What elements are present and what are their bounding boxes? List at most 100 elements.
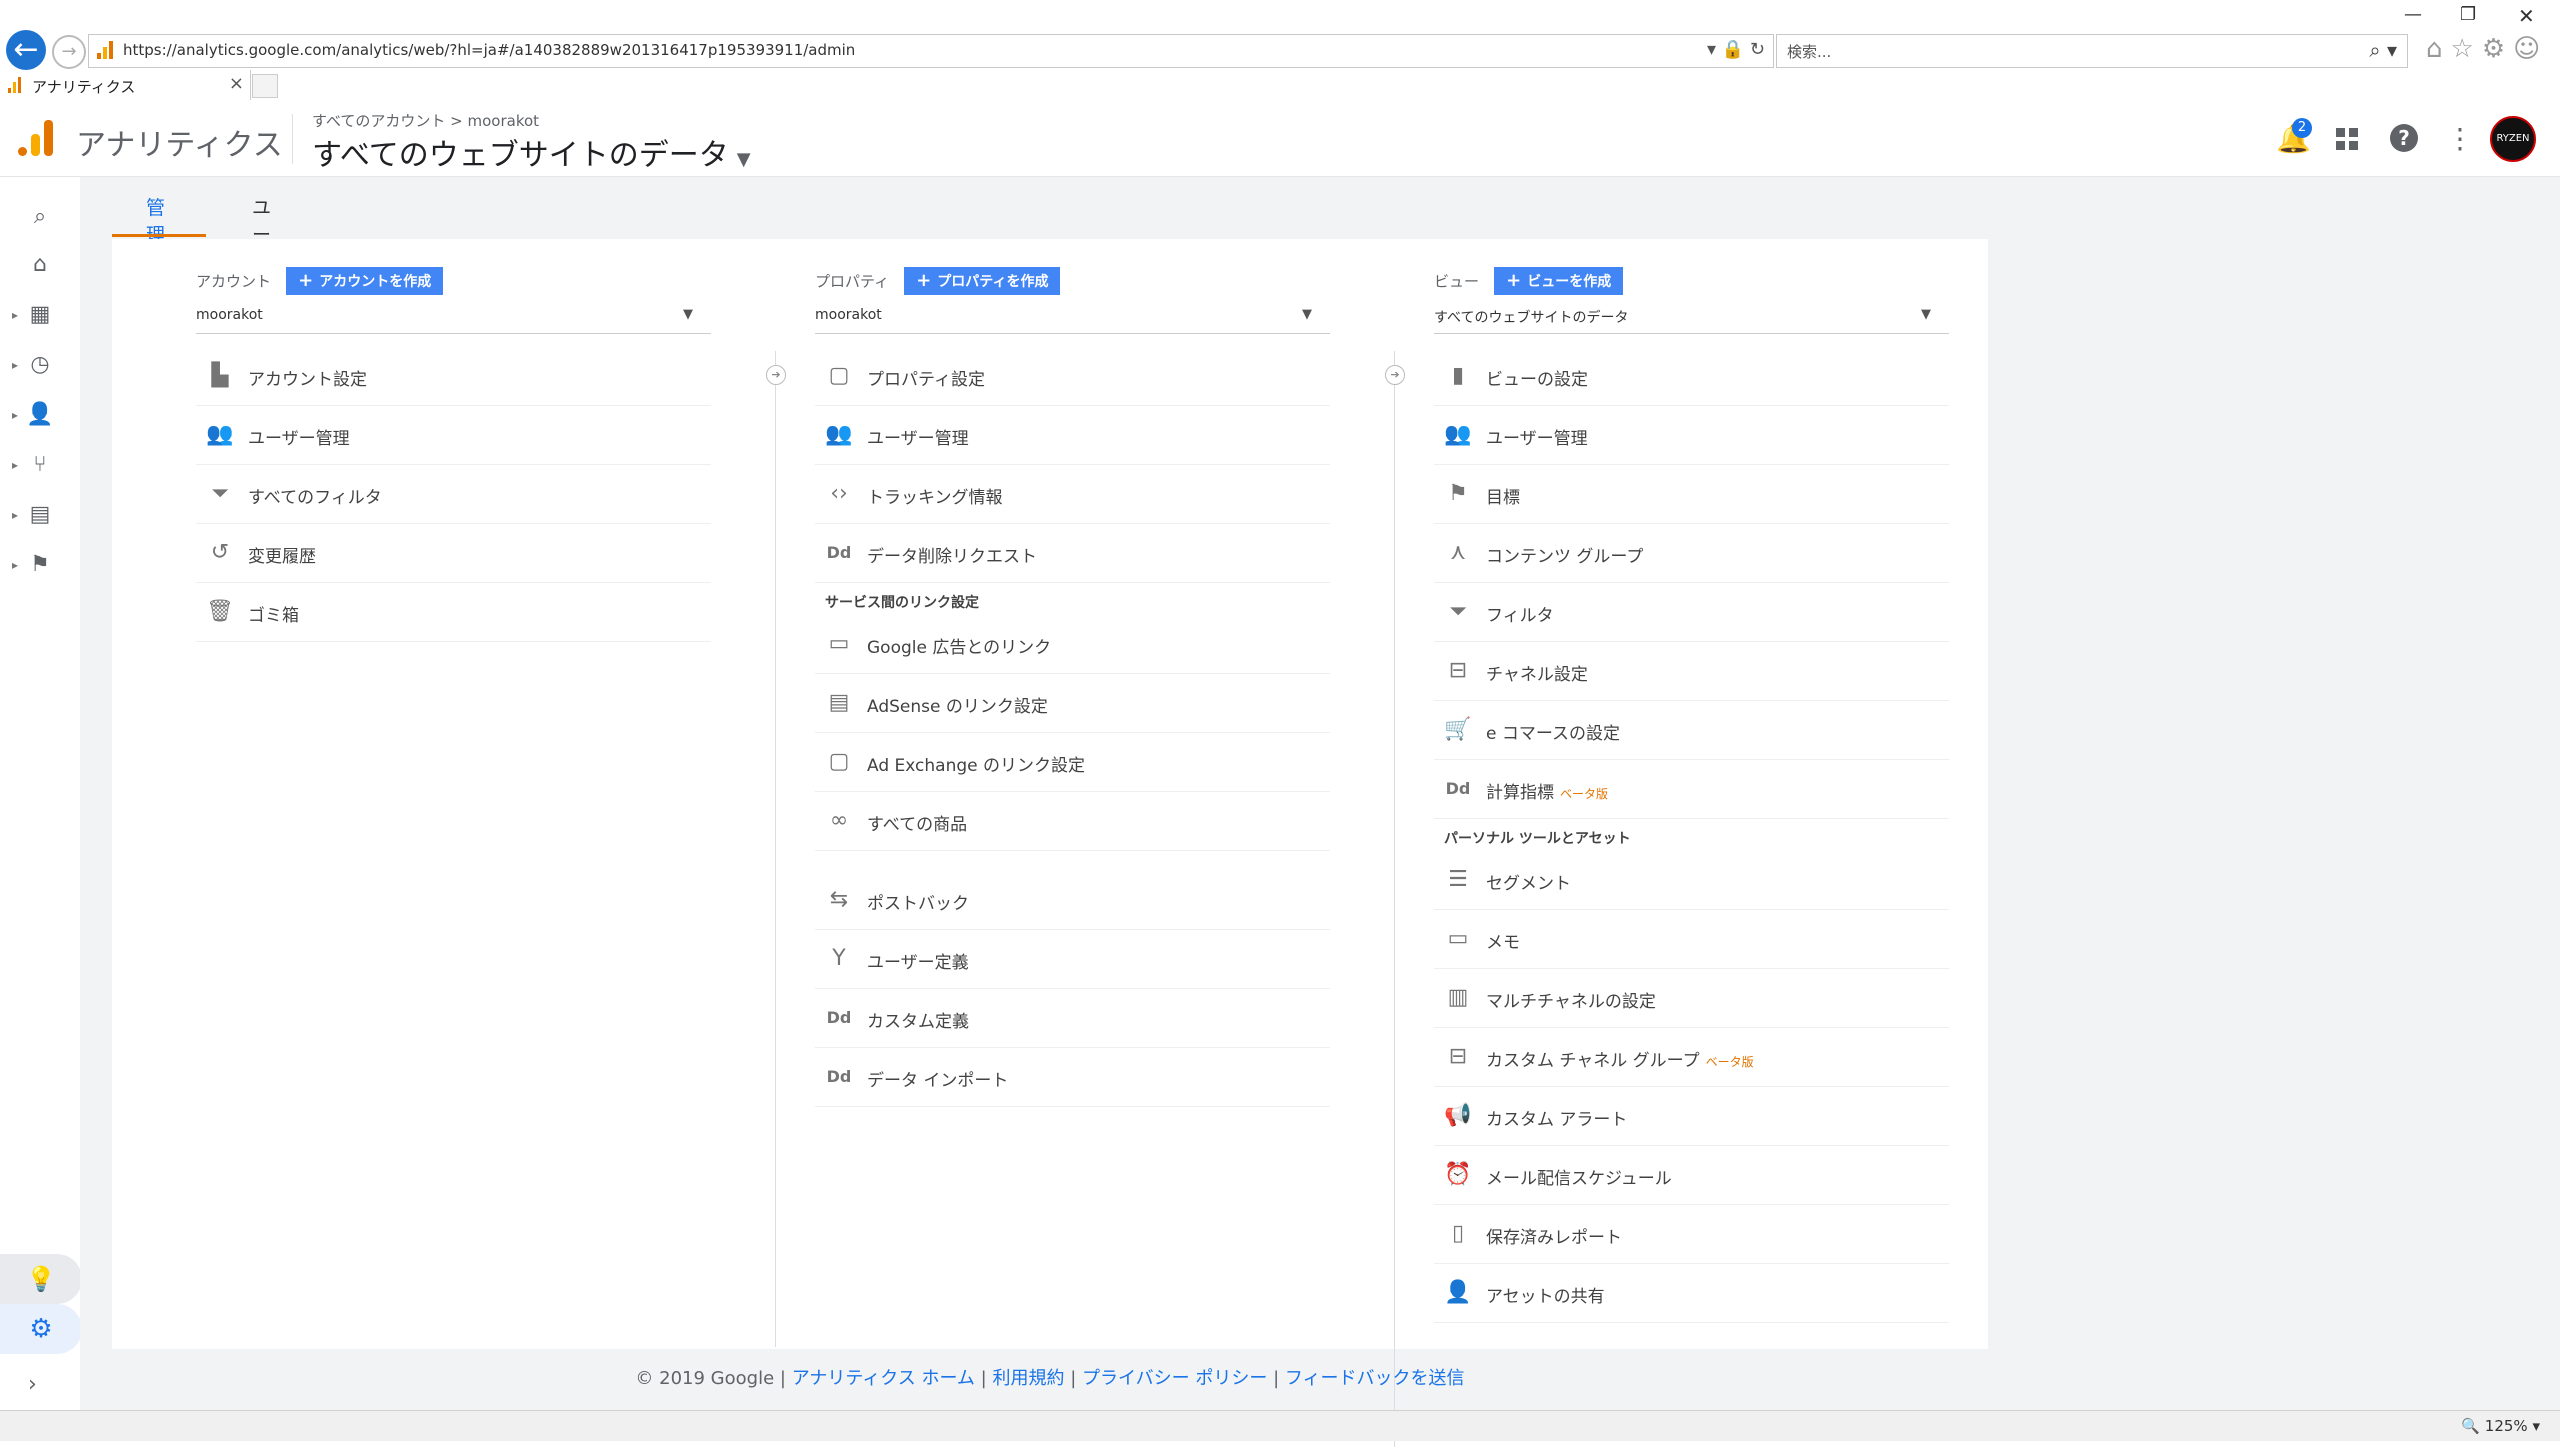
custom-alerts-item[interactable]: 📢 カスタム アラート bbox=[1434, 1087, 1949, 1146]
postback-icon: ⇆ bbox=[829, 887, 849, 912]
chevron-right-icon[interactable]: › bbox=[28, 1372, 37, 1397]
property-user-management-item[interactable]: 👥 ユーザー管理 bbox=[815, 406, 1330, 465]
browser-toolbar-icons[interactable]: ⌂☆⚙☺ bbox=[2426, 34, 2548, 64]
adexchange-icon: ▢ bbox=[828, 749, 850, 774]
tracking-info-item[interactable]: ‹› トラッキング情報 bbox=[815, 465, 1330, 524]
multichannel-settings-item[interactable]: ▥ マルチチャネルの設定 bbox=[1434, 969, 1949, 1028]
saved-reports-item[interactable]: ▯ 保存済みレポート bbox=[1434, 1205, 1949, 1264]
account-settings-item[interactable]: ▙ アカウント設定 bbox=[196, 347, 711, 406]
account-selected: moorakot bbox=[196, 307, 263, 323]
home-icon[interactable]: ⌂ bbox=[0, 245, 80, 285]
settings-gear-icon[interactable]: ⚙ bbox=[0, 1304, 82, 1354]
create-property-button[interactable]: + プロパティを作成 bbox=[904, 267, 1061, 295]
property-selected: moorakot bbox=[815, 307, 882, 323]
view-settings-item[interactable]: ▮ ビューの設定 bbox=[1434, 347, 1949, 406]
people-icon: 👥 bbox=[206, 422, 234, 447]
terms-link[interactable]: 利用規約 bbox=[992, 1368, 1064, 1389]
custom-definitions-item[interactable]: Dd カスタム定義 bbox=[815, 989, 1330, 1048]
view-selector-dropdown[interactable]: すべてのウェブサイトのデータ ▼ bbox=[1434, 303, 1949, 334]
property-settings-item[interactable]: ▢ プロパティ設定 bbox=[815, 347, 1330, 406]
acquisition-icon[interactable]: ▸ ⑂ bbox=[0, 445, 80, 485]
annotations-item[interactable]: ▭ メモ bbox=[1434, 910, 1949, 969]
ecommerce-settings-item[interactable]: 🛒 e コマースの設定 bbox=[1434, 701, 1949, 760]
all-products-item[interactable]: ∞ すべての商品 bbox=[815, 792, 1330, 851]
data-import-item[interactable]: Dd データ インポート bbox=[815, 1048, 1330, 1107]
footer-separator: | bbox=[1070, 1368, 1077, 1389]
notification-badge: 2 bbox=[2292, 118, 2312, 138]
account-menu: ▙ アカウント設定 👥 ユーザー管理 ⏷ すべてのフィルタ ↺ 変更履歴 🗑 ゴミ箱 bbox=[196, 347, 711, 642]
cart-icon: 🛒 bbox=[1444, 717, 1472, 742]
zoom-level[interactable]: 🔍 125% ▾ bbox=[2461, 1417, 2540, 1435]
clock-icon[interactable]: ▸ ◷ bbox=[0, 345, 80, 385]
content-grouping-item[interactable]: ⋏ コンテンツ グループ bbox=[1434, 524, 1949, 583]
browser-status-bar: 🔍 125% ▾ bbox=[0, 1410, 2560, 1441]
more-vert-icon[interactable]: ⋮ bbox=[2446, 122, 2474, 155]
flag-icon[interactable]: ▸ ⚑ bbox=[0, 545, 80, 585]
google-ads-link-item[interactable]: ▭ Google 広告とのリンク bbox=[815, 615, 1330, 674]
share-assets-item[interactable]: 👤 アセットの共有 bbox=[1434, 1264, 1949, 1323]
view-user-management-item[interactable]: 👥 ユーザー管理 bbox=[1434, 406, 1949, 465]
account-user-management-item[interactable]: 👥 ユーザー管理 bbox=[196, 406, 711, 465]
browser-search-input[interactable]: 検索... ⌕ ▾ bbox=[1776, 34, 2408, 68]
restore-icon[interactable]: ❐ bbox=[2460, 4, 2476, 25]
segments-item[interactable]: ☰ セグメント bbox=[1434, 851, 1949, 910]
calculated-metrics-item[interactable]: Dd 計算指標 ベータ版 bbox=[1434, 760, 1949, 819]
postback-item[interactable]: ⇆ ポストバック bbox=[815, 871, 1330, 930]
user-definition-icon: Y bbox=[832, 946, 846, 971]
analytics-logo-icon[interactable] bbox=[18, 120, 54, 156]
person-add-icon: 👤 bbox=[1444, 1280, 1472, 1305]
view-filters-item[interactable]: ⏷ フィルタ bbox=[1434, 583, 1949, 642]
property-selector[interactable]: moorakot ▼ bbox=[815, 303, 1330, 334]
dashboard-icon[interactable]: ▸ ▦ bbox=[0, 295, 80, 335]
lock-refresh-icon[interactable]: ▾ 🔒 ↻ bbox=[1707, 39, 1765, 60]
search-icon[interactable]: ⌕ bbox=[0, 197, 80, 237]
breadcrumb-account: moorakot bbox=[467, 112, 540, 130]
code-icon: ‹› bbox=[830, 481, 848, 506]
dd-icon: Dd bbox=[826, 543, 852, 562]
personal-tools-heading: パーソナル ツールとアセット bbox=[1444, 831, 1631, 847]
new-tab-button[interactable] bbox=[252, 74, 278, 98]
trash-item[interactable]: 🗑 ゴミ箱 bbox=[196, 583, 711, 642]
create-account-button[interactable]: + アカウントを作成 bbox=[286, 267, 444, 295]
lightbulb-icon[interactable]: 💡 bbox=[0, 1254, 82, 1304]
back-button[interactable]: ← bbox=[6, 30, 46, 70]
close-window-icon[interactable]: ✕ bbox=[2518, 4, 2535, 28]
footer-separator: | bbox=[980, 1368, 987, 1389]
channel-settings-item[interactable]: ⊟ チャネル設定 bbox=[1434, 642, 1949, 701]
arrow-right-icon: ➔ bbox=[766, 365, 786, 385]
forward-button[interactable]: → bbox=[52, 35, 86, 69]
account-selector[interactable]: moorakot ▼ bbox=[196, 303, 711, 334]
channel-icon: ⊟ bbox=[1448, 658, 1468, 683]
behavior-icon[interactable]: ▸ ▤ bbox=[0, 495, 80, 535]
change-history-item[interactable]: ↺ 変更履歴 bbox=[196, 524, 711, 583]
all-filters-item[interactable]: ⏷ すべてのフィルタ bbox=[196, 465, 711, 524]
user-definition-item[interactable]: Y ユーザー定義 bbox=[815, 930, 1330, 989]
apps-grid-icon[interactable] bbox=[2336, 126, 2360, 159]
privacy-link[interactable]: プライバシー ポリシー bbox=[1082, 1368, 1267, 1389]
trash-icon: 🗑 bbox=[206, 599, 234, 624]
breadcrumb[interactable]: すべてのアカウント > moorakot bbox=[312, 110, 539, 131]
create-view-button[interactable]: + ビューを作成 bbox=[1494, 267, 1624, 295]
person-icon[interactable]: ▸ 👤 bbox=[0, 395, 80, 435]
ad-exchange-link-item[interactable]: ▢ Ad Exchange のリンク設定 bbox=[815, 733, 1330, 792]
browser-tab[interactable]: アナリティクス × bbox=[0, 70, 251, 100]
view-label: ビュー bbox=[1434, 272, 1480, 291]
history-icon: ↺ bbox=[210, 540, 230, 565]
help-icon[interactable]: ? bbox=[2390, 124, 2418, 152]
dd-icon: Dd bbox=[1445, 779, 1471, 798]
search-icon[interactable]: ⌕ ▾ bbox=[2369, 38, 2397, 62]
custom-channel-grouping-item[interactable]: ⊟ カスタム チャネル グループ ベータ版 bbox=[1434, 1028, 1949, 1087]
people-icon: 👥 bbox=[1444, 422, 1472, 447]
adsense-link-item[interactable]: ▤ AdSense のリンク設定 bbox=[815, 674, 1330, 733]
avatar[interactable]: RYZEN bbox=[2490, 116, 2536, 162]
url-field[interactable]: https://analytics.google.com/analytics/w… bbox=[88, 34, 1774, 68]
view-selector[interactable]: すべてのウェブサイトのデータ ▼ bbox=[312, 130, 751, 174]
browser-tab-title: アナリティクス bbox=[32, 78, 136, 96]
close-tab-icon[interactable]: × bbox=[229, 73, 244, 94]
feedback-link[interactable]: フィードバックを送信 bbox=[1285, 1368, 1465, 1389]
scheduled-emails-item[interactable]: ⏰ メール配信スケジュール bbox=[1434, 1146, 1949, 1205]
analytics-home-link[interactable]: アナリティクス ホーム bbox=[792, 1368, 975, 1389]
goals-item[interactable]: ⚑ 目標 bbox=[1434, 465, 1949, 524]
data-deletion-item[interactable]: Dd データ削除リクエスト bbox=[815, 524, 1330, 583]
minimize-icon[interactable]: — bbox=[2404, 4, 2422, 25]
